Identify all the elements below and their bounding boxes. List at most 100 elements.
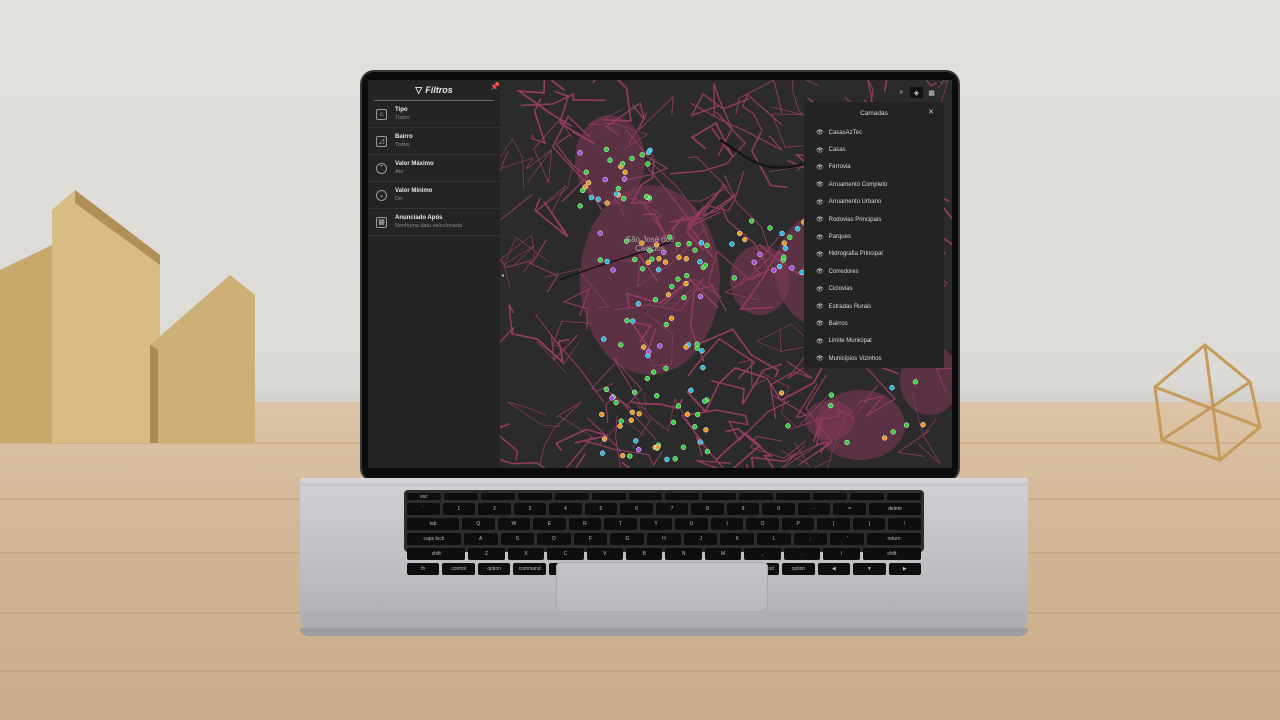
property-marker[interactable] — [636, 411, 642, 417]
property-marker[interactable] — [672, 456, 678, 462]
property-marker[interactable] — [700, 364, 706, 371]
property-marker[interactable] — [632, 256, 638, 263]
property-marker[interactable] — [704, 448, 711, 455]
property-marker[interactable] — [620, 161, 626, 167]
layer-item[interactable]: 👁 Bairros — [804, 315, 944, 332]
property-marker[interactable] — [604, 258, 610, 265]
property-marker[interactable] — [684, 272, 690, 279]
property-marker[interactable] — [781, 240, 787, 246]
trackpad[interactable] — [556, 562, 768, 612]
close-icon[interactable]: ✕ — [928, 108, 934, 116]
property-marker[interactable] — [627, 453, 633, 459]
eye-icon[interactable]: 👁 — [816, 234, 824, 241]
property-marker[interactable] — [683, 256, 689, 262]
property-marker[interactable] — [599, 411, 605, 418]
basemap-gallery-icon[interactable]: ▦ — [925, 87, 938, 98]
property-marker[interactable] — [767, 225, 773, 231]
property-marker[interactable] — [779, 230, 785, 237]
collapse-panel-icon[interactable]: ◂ — [501, 272, 504, 279]
property-marker[interactable] — [683, 280, 689, 287]
property-marker[interactable] — [698, 240, 705, 246]
property-marker[interactable] — [778, 390, 785, 396]
eye-icon[interactable]: 👁 — [816, 338, 824, 345]
property-marker[interactable] — [684, 411, 691, 417]
property-marker[interactable] — [603, 386, 610, 393]
property-marker[interactable] — [704, 242, 710, 249]
layer-item[interactable]: 👁 Hidrografia Principal — [804, 246, 944, 263]
property-marker[interactable] — [621, 195, 627, 202]
property-marker[interactable] — [757, 251, 763, 258]
property-marker[interactable] — [694, 341, 700, 347]
property-marker[interactable] — [630, 318, 636, 324]
property-marker[interactable] — [663, 321, 669, 328]
property-marker[interactable] — [776, 263, 783, 270]
eye-icon[interactable]: 👁 — [816, 251, 824, 258]
property-marker[interactable] — [781, 254, 787, 260]
property-marker[interactable] — [609, 395, 615, 401]
property-marker[interactable] — [703, 427, 709, 433]
property-marker[interactable] — [617, 423, 623, 429]
property-marker[interactable] — [692, 424, 698, 430]
property-marker[interactable] — [729, 241, 735, 247]
property-marker[interactable] — [795, 226, 801, 232]
property-marker[interactable] — [731, 275, 737, 281]
property-marker[interactable] — [670, 419, 677, 425]
property-marker[interactable] — [577, 203, 583, 209]
property-marker[interactable] — [644, 375, 651, 382]
property-marker[interactable] — [828, 402, 834, 409]
property-marker[interactable] — [751, 259, 757, 265]
pin-icon[interactable]: 📌 — [490, 82, 500, 91]
property-marker[interactable] — [615, 185, 622, 192]
property-marker[interactable] — [639, 152, 645, 158]
property-marker[interactable] — [789, 265, 795, 271]
filter-valor-maximo[interactable]: ⌃ Valor Máximo Até: — [368, 155, 500, 182]
property-marker[interactable] — [585, 179, 592, 186]
layer-item[interactable]: 👁 Casas — [804, 141, 944, 158]
layer-item[interactable]: 👁 Ferrovia — [804, 159, 944, 176]
property-marker[interactable] — [669, 283, 675, 290]
property-marker[interactable] — [629, 409, 636, 415]
property-marker[interactable] — [675, 403, 682, 409]
layer-item[interactable]: 👁 Arruamento Urbano — [804, 194, 944, 211]
property-marker[interactable] — [588, 194, 595, 201]
property-marker[interactable] — [663, 365, 669, 371]
layer-item[interactable]: 👁 Ciclovias — [804, 281, 944, 298]
property-marker[interactable] — [912, 379, 919, 385]
property-marker[interactable] — [613, 399, 619, 406]
property-marker[interactable] — [618, 342, 624, 348]
property-marker[interactable] — [654, 393, 660, 399]
layer-item[interactable]: 👁 Estradas Rurais — [804, 298, 944, 315]
layer-item[interactable]: 👁 Parques — [804, 228, 944, 245]
property-marker[interactable] — [602, 176, 608, 183]
property-marker[interactable] — [624, 317, 630, 324]
property-marker[interactable] — [645, 149, 652, 156]
eye-icon[interactable]: 👁 — [816, 268, 824, 275]
property-marker[interactable] — [787, 234, 793, 240]
property-marker[interactable] — [639, 266, 646, 272]
property-marker[interactable] — [595, 196, 601, 202]
property-marker[interactable] — [688, 387, 694, 393]
property-marker[interactable] — [621, 176, 628, 182]
layer-item[interactable]: 👁 Municípios Vizinhos — [804, 350, 944, 367]
property-marker[interactable] — [694, 411, 701, 418]
property-marker[interactable] — [881, 435, 888, 441]
search-icon[interactable]: ⌕ — [895, 87, 908, 98]
property-marker[interactable] — [655, 267, 662, 273]
property-marker[interactable] — [702, 398, 708, 404]
eye-icon[interactable]: 👁 — [816, 355, 824, 362]
property-marker[interactable] — [903, 422, 910, 428]
property-marker[interactable] — [603, 146, 610, 153]
property-marker[interactable] — [604, 200, 610, 206]
property-marker[interactable] — [650, 369, 657, 375]
property-marker[interactable] — [920, 422, 926, 428]
property-marker[interactable] — [631, 389, 638, 395]
property-marker[interactable] — [692, 247, 698, 253]
property-marker[interactable] — [668, 315, 675, 321]
property-marker[interactable] — [655, 444, 661, 450]
property-marker[interactable] — [828, 392, 835, 398]
property-marker[interactable] — [628, 417, 634, 423]
property-marker[interactable] — [635, 301, 642, 307]
property-marker[interactable] — [699, 348, 705, 354]
property-marker[interactable] — [629, 155, 635, 162]
property-marker[interactable] — [844, 439, 850, 446]
